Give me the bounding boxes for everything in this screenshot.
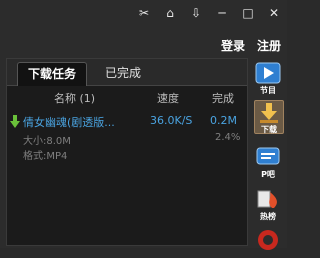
task-downloaded: 0.2M [210,114,237,127]
task-row[interactable]: 倩女幽魂(剧透版... 36.0K/S 0.2M [7,114,247,132]
flame-icon [257,190,277,208]
login-link[interactable]: 登录 [221,37,245,54]
tab-completed[interactable]: 已完成 [95,62,151,85]
task-speed: 36.0K/S [150,114,193,127]
tab-bar: 下载任务 已完成 [7,59,247,86]
menu-icon[interactable]: ⇩ [189,7,203,19]
app-window: ✂ ⌂ ⇩ ─ □ ✕ 登录 注册 下载任务 已完成 名称 (1) 速度 完成 … [0,0,287,250]
task-size: 大小:8.0M [23,136,71,147]
skin-icon[interactable]: ⌂ [163,7,177,19]
download-panel: 下载任务 已完成 名称 (1) 速度 完成 倩女幽魂(剧透版... 36.0K/… [6,58,248,246]
column-name[interactable]: 名称 (1) [54,90,95,106]
right-sidebar: 节目 下载 P吧 热榜 [250,58,287,250]
column-done[interactable]: 完成 [212,90,234,106]
tab-downloading[interactable]: 下载任务 [17,62,88,86]
register-link[interactable]: 注册 [257,37,281,54]
window-controls: ✂ ⌂ ⇩ ─ □ ✕ [137,7,281,19]
sidebar-item-pba[interactable]: P吧 [254,146,282,179]
play-icon [255,62,281,84]
download-icon [260,103,278,123]
sidebar-label-pba: P吧 [261,170,275,179]
auth-links: 登录 注册 [221,37,281,54]
sidebar-label-programs: 节目 [260,86,276,95]
sidebar-item-download[interactable]: 下载 [254,100,284,134]
download-arrow-icon [10,115,20,128]
column-header: 名称 (1) 速度 完成 [7,90,247,108]
sidebar-item-programs[interactable]: 节目 [254,62,282,95]
sidebar-label-hotlist: 热榜 [260,212,276,221]
title-bar: ✂ ⌂ ⇩ ─ □ ✕ [0,0,287,30]
sidebar-item-hotlist[interactable]: 热榜 [254,188,282,221]
brand-icon [258,230,278,250]
chat-icon [256,147,280,165]
task-format: 格式:MP4 [23,151,68,162]
minimize-icon[interactable]: ─ [215,7,229,19]
maximize-icon[interactable]: □ [241,7,255,19]
task-title[interactable]: 倩女幽魂(剧透版... [23,114,115,130]
sidebar-label-download: 下载 [261,125,277,134]
sidebar-item-more[interactable] [254,226,282,258]
task-percent: 2.4% [215,132,241,143]
pin-icon[interactable]: ✂ [137,7,151,19]
close-icon[interactable]: ✕ [267,7,281,19]
column-speed[interactable]: 速度 [157,90,179,106]
